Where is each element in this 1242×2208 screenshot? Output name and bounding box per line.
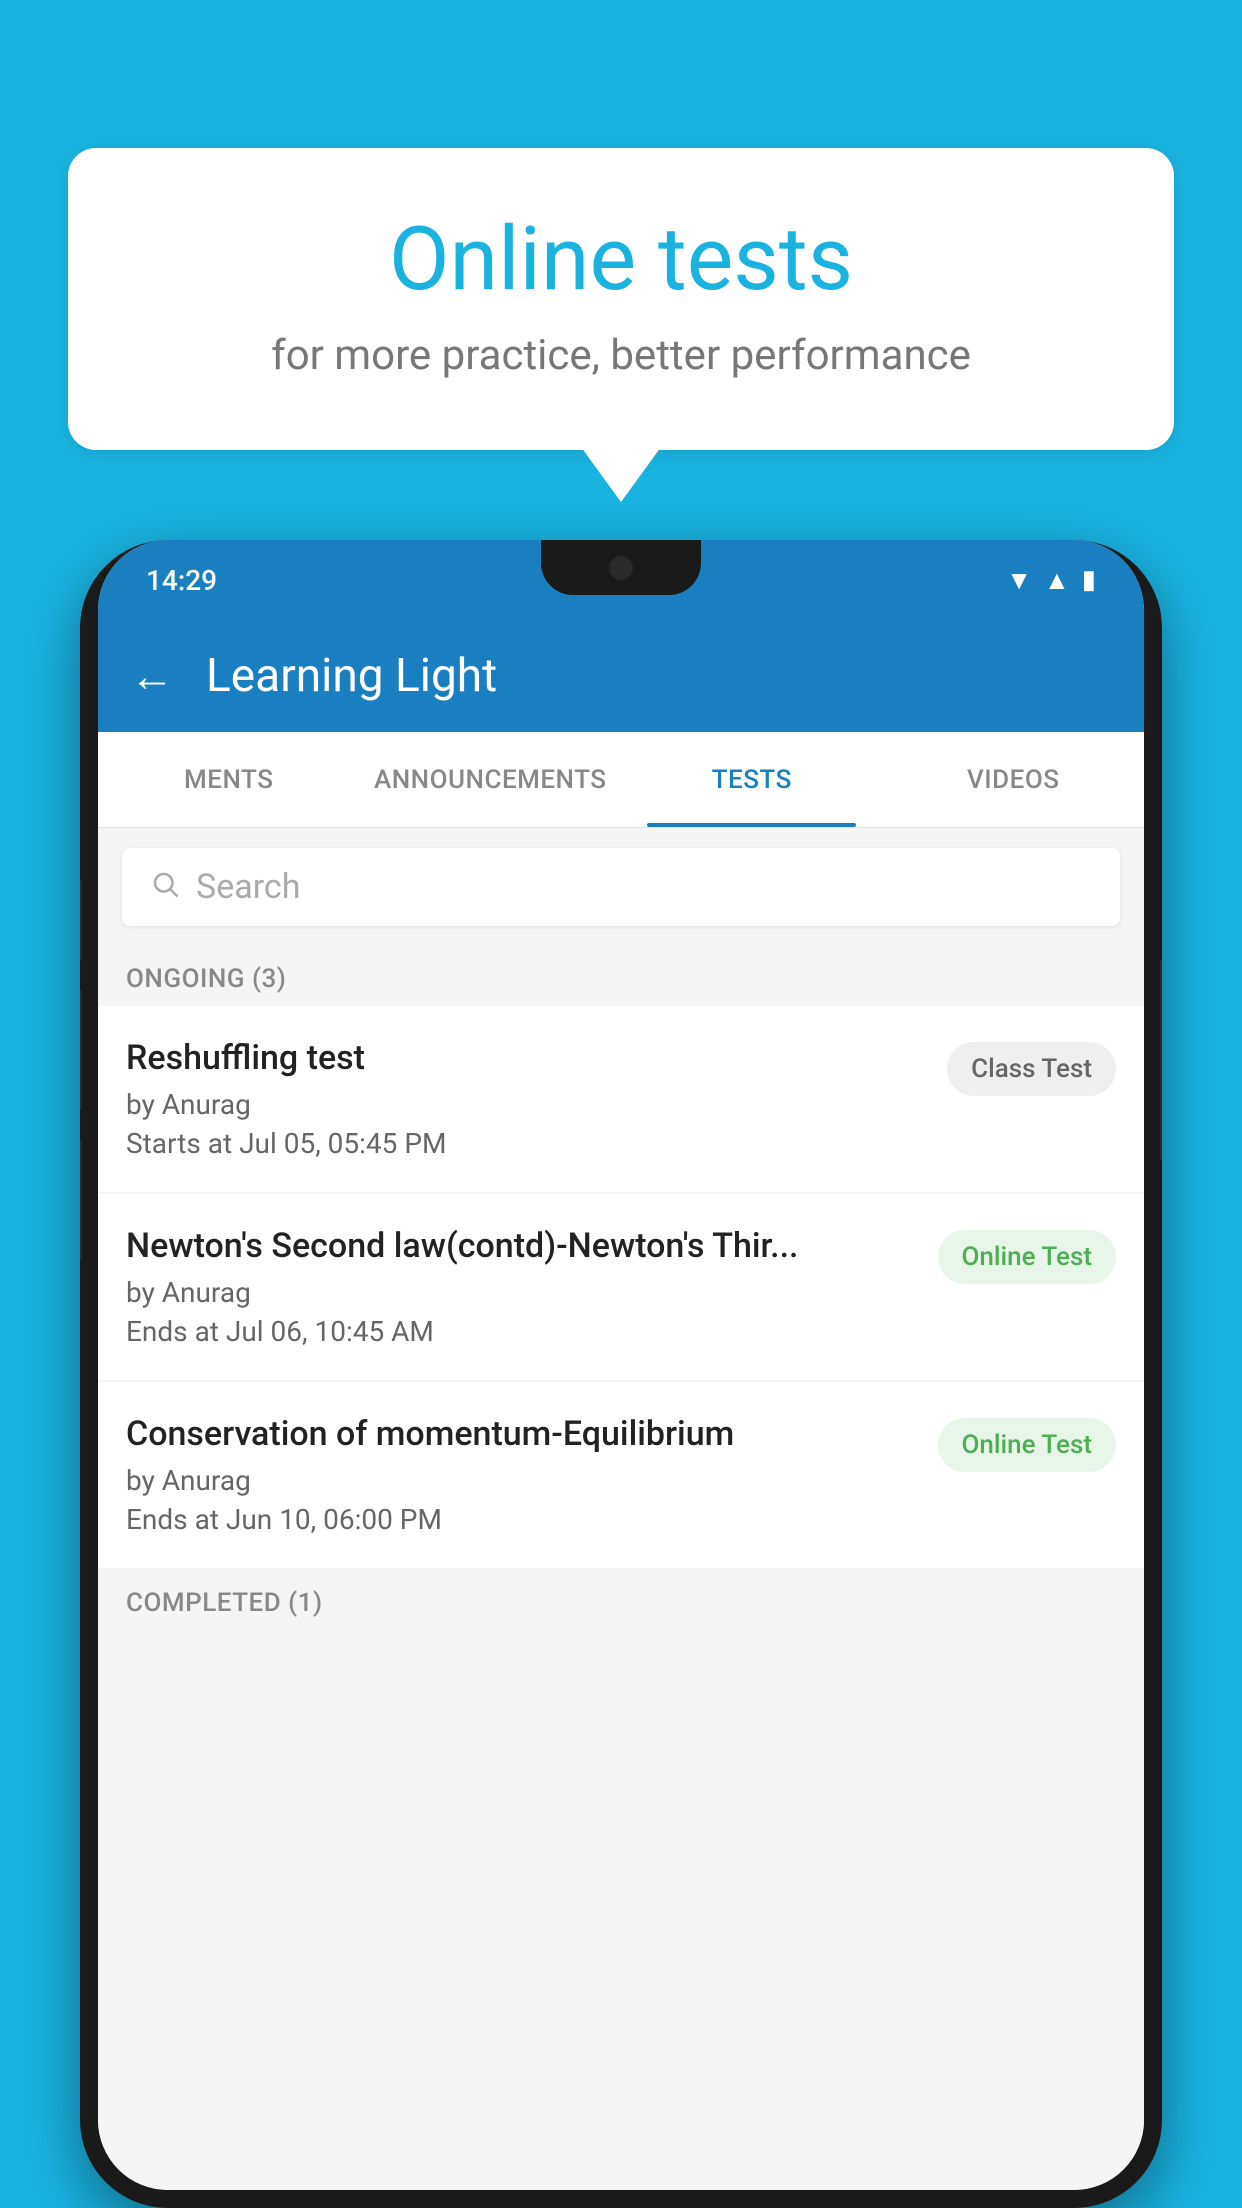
phone-side-button-3	[80, 1140, 82, 1260]
test-author-3: by Anurag	[126, 1464, 918, 1497]
search-bar[interactable]: Search	[122, 848, 1120, 926]
signal-icon: ▲	[1044, 565, 1070, 596]
test-name-3: Conservation of momentum-Equilibrium	[126, 1414, 918, 1454]
test-badge-2: Online Test	[938, 1230, 1117, 1284]
test-time-1: Starts at Jul 05, 05:45 PM	[126, 1127, 927, 1160]
test-badge-3: Online Test	[938, 1418, 1117, 1472]
phone-side-button-power	[1160, 960, 1162, 1160]
completed-section-header: COMPLETED (1)	[98, 1570, 1144, 1630]
test-time-2: Ends at Jul 06, 10:45 AM	[126, 1315, 918, 1348]
tab-announcements[interactable]: ANNOUNCEMENTS	[360, 732, 622, 827]
test-author-1: by Anurag	[126, 1088, 927, 1121]
test-item-2[interactable]: Newton's Second law(contd)-Newton's Thir…	[98, 1194, 1144, 1380]
test-author-2: by Anurag	[126, 1276, 918, 1309]
status-icons: ▼ ▲ ▮	[1006, 565, 1096, 596]
phone-screen: 14:29 ▼ ▲ ▮ ← Learning Light MENTS ANNOU…	[98, 540, 1144, 2190]
content-area: Search ONGOING (3) Reshuffling test by A…	[98, 828, 1144, 2190]
tabs-bar: MENTS ANNOUNCEMENTS TESTS VIDEOS	[98, 732, 1144, 828]
battery-icon: ▮	[1082, 565, 1096, 595]
test-item-3[interactable]: Conservation of momentum-Equilibrium by …	[98, 1382, 1144, 1568]
wifi-icon: ▼	[1006, 565, 1032, 596]
search-icon	[150, 866, 180, 908]
inner-screen: 14:29 ▼ ▲ ▮ ← Learning Light MENTS ANNOU…	[98, 540, 1144, 2190]
phone-side-button-2	[80, 990, 82, 1110]
bubble-title: Online tests	[148, 208, 1094, 311]
test-info-3: Conservation of momentum-Equilibrium by …	[126, 1414, 918, 1536]
test-item-1[interactable]: Reshuffling test by Anurag Starts at Jul…	[98, 1006, 1144, 1192]
bubble-subtitle: for more practice, better performance	[148, 331, 1094, 380]
speech-bubble-container: Online tests for more practice, better p…	[68, 148, 1174, 450]
ongoing-section-header: ONGOING (3)	[98, 946, 1144, 1006]
search-placeholder: Search	[196, 867, 300, 907]
speech-bubble: Online tests for more practice, better p…	[68, 148, 1174, 450]
camera-dot	[609, 556, 633, 580]
tab-videos[interactable]: VIDEOS	[883, 732, 1145, 827]
test-time-3: Ends at Jun 10, 06:00 PM	[126, 1503, 918, 1536]
app-header: ← Learning Light	[98, 620, 1144, 732]
test-info-2: Newton's Second law(contd)-Newton's Thir…	[126, 1226, 918, 1348]
phone-frame: 14:29 ▼ ▲ ▮ ← Learning Light MENTS ANNOU…	[80, 540, 1162, 2208]
test-info-1: Reshuffling test by Anurag Starts at Jul…	[126, 1038, 927, 1160]
app-title: Learning Light	[206, 649, 497, 703]
phone-notch	[541, 540, 701, 595]
test-name-2: Newton's Second law(contd)-Newton's Thir…	[126, 1226, 918, 1266]
phone-side-button-1	[80, 880, 82, 960]
test-badge-1: Class Test	[947, 1042, 1116, 1096]
tab-tests[interactable]: TESTS	[621, 732, 883, 827]
back-button[interactable]: ←	[130, 650, 174, 702]
status-time: 14:29	[146, 564, 217, 597]
test-name-1: Reshuffling test	[126, 1038, 927, 1078]
tab-ments[interactable]: MENTS	[98, 732, 360, 827]
